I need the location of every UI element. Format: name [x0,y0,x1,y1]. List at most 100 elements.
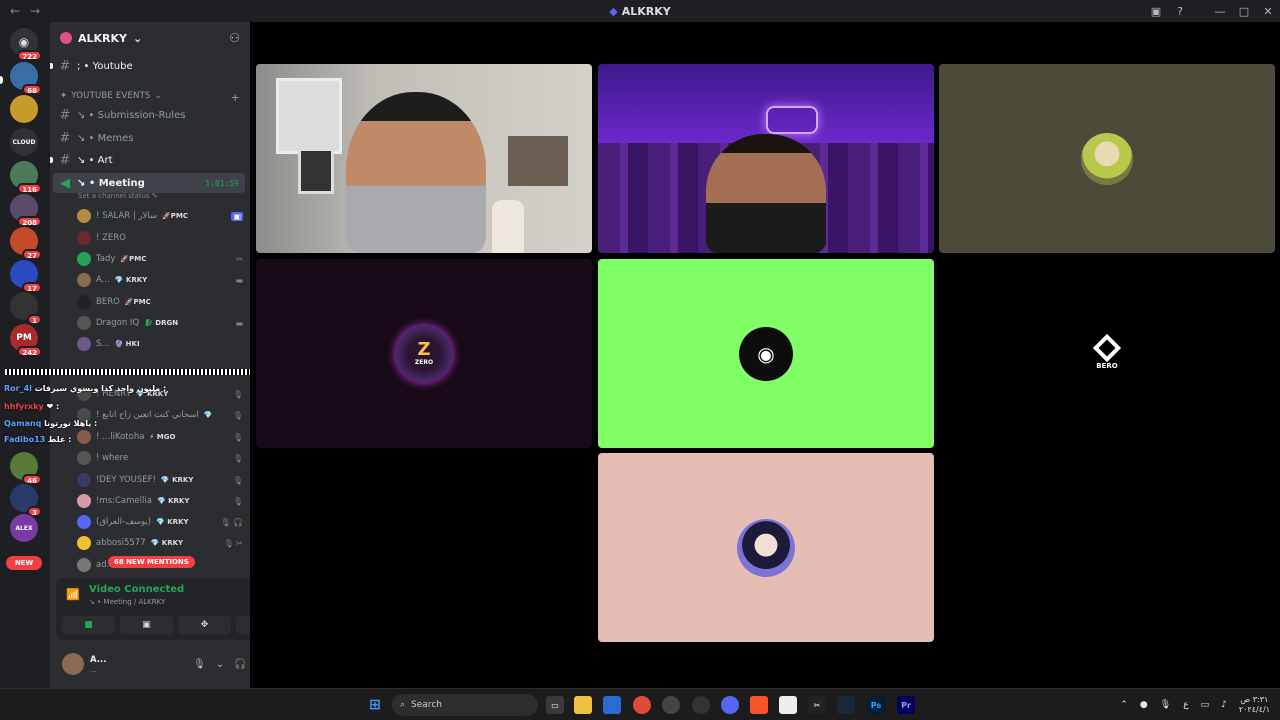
voice-member[interactable]: !ms:Camellia 💎 KRKY 🎙 [77,491,243,511]
server-header[interactable]: ALKRKY ⌄ ⚇ [50,22,250,54]
voice-member[interactable]: (يوسف-العراق) 💎 KRKY 🎙 🎧 [77,512,243,532]
capcut-icon[interactable]: ✂ [808,696,826,714]
camera-button[interactable]: ■ [62,616,115,634]
server-icon-9[interactable]: PM 242 [10,324,42,357]
server-icon-3[interactable]: CLOUD [10,128,38,156]
discord-taskbar-icon[interactable] [721,696,739,714]
add-channel-icon[interactable]: + [231,91,240,104]
window-title: ◆ ALKRKY [609,4,671,18]
video-tile-camera-2[interactable] [598,64,934,253]
headphones-icon[interactable]: 🎧 [234,659,246,670]
voice-member[interactable]: ! ZERO [77,228,243,248]
network-icon[interactable]: ▭ [1201,700,1210,710]
member-name: ! SALAR | سالار [96,211,158,221]
server-icon-6[interactable]: 27 [10,227,42,260]
signal-icon[interactable]: 📶 [66,588,80,601]
server-icon-7[interactable]: 17 [10,260,42,293]
voice-member[interactable]: ! HENRY 💎 KRKY 🎙 [77,384,243,404]
channel-status-hint[interactable]: Set a channel status ✎ [78,192,158,200]
obs-icon[interactable] [662,696,680,714]
activities-button[interactable]: ✥ [178,616,231,634]
channel-memes[interactable]: # ↘ • Memes [53,128,245,148]
volume-icon[interactable]: ♪ [1221,700,1227,710]
voice-member[interactable]: ! ...liKotoha ⚡ MGO 🎙 [77,427,243,447]
chevron-down-icon[interactable]: ⌄ [216,659,224,670]
voice-member[interactable]: Dragon IQ 🐉 DRGN ▬ [77,313,243,333]
video-tile-camera-1[interactable] [256,64,592,253]
video-tile-zero[interactable]: Z ZERO [256,259,592,448]
new-badge[interactable]: NEW [6,556,42,570]
camera-icon: ■ [84,620,93,630]
file-explorer-icon[interactable] [574,696,592,714]
voice-member[interactable]: Tady 🚀PMC ✂ [77,249,243,269]
windows-start-icon[interactable]: ⊞ [366,696,384,714]
shelf-plaques [508,136,568,186]
server-icon-1[interactable]: 68 [10,62,42,95]
premiere-icon[interactable]: Pr [897,696,915,714]
server-icon-4[interactable]: 116 [10,161,42,194]
microphone-icon[interactable]: 🎙 [1160,700,1171,710]
forward-arrow-icon[interactable]: → [30,4,40,18]
clock[interactable]: ٣:٣١ ص ٢٠٢٤/٤/١ [1239,695,1270,715]
close-button[interactable]: ✕ [1256,5,1280,18]
voice-member[interactable]: S... 🔮 HKI [77,334,243,354]
voice-channel-path[interactable]: ↘ • Meeting / ALKRKY [89,598,165,606]
steam-icon[interactable] [837,696,855,714]
steam-client-icon[interactable] [692,696,710,714]
category-youtube-events[interactable]: ✦ YOUTUBE EVENTS ⌄ + [60,91,240,104]
member-status-icon: 🎙 🎧 [220,517,243,527]
notepad-icon[interactable] [779,696,797,714]
voice-member[interactable]: ! SALAR | سالار 🚀PMC ▣ [77,206,243,226]
back-arrow-icon[interactable]: ← [10,4,20,18]
video-tile-discord[interactable]: ◉ [598,259,934,448]
brave-icon[interactable] [750,696,768,714]
chevron-up-icon[interactable]: ⌃ [1120,700,1128,710]
server-icon-12[interactable]: ALEX [10,514,38,542]
channel-submission-rules[interactable]: # ↘ • Submission-Rules [53,105,245,125]
microphone-icon[interactable]: 🎙 [193,659,206,670]
voice-member[interactable]: !DEY YOUSEF! 💎 KRKY 🎙 [77,470,243,490]
language-icon[interactable]: ع [1183,700,1188,710]
chrome-icon[interactable] [633,696,651,714]
server-icon-2[interactable] [10,95,38,123]
invite-people-icon[interactable]: ⚇ [229,31,240,45]
photoshop-icon[interactable]: Ps [867,696,885,714]
member-status-icon: 🎙 ✂ [223,538,243,548]
voice-channel-meeting[interactable]: ◀ ↘ • Meeting 1:01:59 [53,173,245,193]
new-mentions-pill[interactable]: 68 NEW MENTIONS [108,556,195,568]
voice-member[interactable]: BERO 🚀PMC [77,292,243,312]
home-button[interactable]: ◉ 722 [10,28,42,61]
server-icon-11[interactable]: 3 [10,484,42,517]
server-icon-8[interactable]: 1 [10,292,42,325]
avatar [77,295,91,309]
avatar [77,252,91,266]
avatar [77,273,91,287]
task-view-icon[interactable]: ▭ [546,696,564,714]
voice-member[interactable]: ! اسحاني كنت اتعين زاح اتابع 💎 🎙 [77,405,243,425]
voice-member[interactable]: abbosi5577 💎 KRKY 🎙 ✂ [77,533,243,553]
video-tile-bero[interactable]: BERO [939,259,1275,448]
discord-logo-icon: ◉ [739,326,793,381]
discord-window: { "window": {"title": "ALKRKY", "back": … [0,0,1280,720]
maximize-button[interactable]: □ [1232,5,1256,18]
avatar: BERO [1083,330,1131,378]
help-icon[interactable]: ? [1168,5,1192,18]
taskbar-search[interactable]: ⌕ Search [392,694,538,716]
channel-youtube[interactable]: #; • Youtube [50,56,245,76]
search-icon: ⌕ [400,700,406,710]
voice-status[interactable]: Video Connected [89,584,184,595]
user-name[interactable]: A... [90,655,106,666]
avatar[interactable] [62,653,84,675]
voice-member[interactable]: A... 💎 KRKY ▬ [77,270,243,290]
channel-art[interactable]: # ↘ • Art [50,150,245,170]
inbox-icon[interactable]: ▣ [1144,5,1168,18]
antivirus-icon[interactable]: ● [1140,700,1148,710]
store-icon[interactable] [603,696,621,714]
server-icon-5[interactable]: 208 [10,194,42,227]
screen-share-button[interactable]: ▣ [120,616,173,634]
server-icon-10[interactable]: 46 [10,452,42,485]
minimize-button[interactable]: — [1208,5,1232,18]
video-tile-avatar-3[interactable] [939,64,1275,253]
video-tile-avatar-7[interactable] [598,453,934,642]
voice-member[interactable]: ! where 🎙 [77,448,243,468]
